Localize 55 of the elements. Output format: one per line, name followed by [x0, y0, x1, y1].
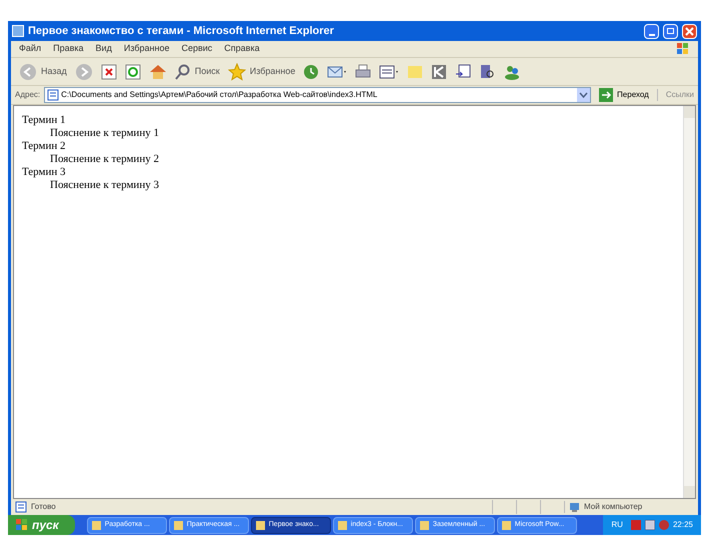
term: Термин 3 — [22, 166, 66, 179]
stop-icon[interactable] — [100, 64, 117, 80]
menu-item[interactable]: Вид — [96, 42, 112, 56]
refresh-icon[interactable] — [124, 64, 141, 80]
start-button[interactable]: пуск — [8, 515, 75, 535]
term: Термин 2 — [22, 140, 66, 153]
language-indicator[interactable]: RU — [611, 519, 623, 531]
page-icon — [15, 501, 27, 513]
printer-icon[interactable] — [355, 64, 372, 80]
security-zone-text: Мой компьютер — [584, 501, 642, 513]
term: Термин 1 — [22, 114, 66, 127]
star-icon — [228, 62, 246, 80]
messenger-icon[interactable] — [503, 64, 522, 80]
term-definition: Пояснение к термину 3 — [50, 179, 159, 192]
term-definition: Пояснение к термину 2 — [50, 153, 159, 166]
address-label: Адрес: — [15, 89, 40, 101]
program-icon — [174, 520, 183, 530]
menu-item[interactable]: Сервис — [181, 42, 212, 56]
edit-icon[interactable] — [379, 64, 400, 80]
term-definition: Пояснение к термину 1 — [50, 127, 159, 140]
computer-icon — [569, 502, 580, 512]
program-icon — [338, 520, 347, 530]
menu-item[interactable]: Файл — [19, 42, 42, 56]
tray-window-icon[interactable] — [644, 520, 655, 530]
history-icon[interactable] — [303, 64, 320, 80]
windows-logo-icon — [676, 42, 690, 56]
menu-item[interactable]: Избранное — [124, 42, 170, 56]
home-icon[interactable] — [148, 64, 167, 80]
research-icon[interactable] — [479, 64, 496, 80]
clock: 22:25 — [672, 519, 693, 531]
program-icon — [420, 520, 429, 530]
favorites-button[interactable]: Избранное — [228, 62, 296, 80]
vertical-scrollbar[interactable] — [683, 106, 695, 498]
window-title: Первое знакомство с тегами - Microsoft Internet Explorer — [28, 24, 334, 39]
address-field[interactable]: C:\Documents and Settings\Артем\Рабочий стол\Разработка Web-сайтов\index3.HTML — [44, 87, 592, 103]
page-icon — [47, 89, 60, 101]
menu-item[interactable]: Правка — [53, 42, 84, 56]
mail-icon[interactable] — [327, 64, 348, 80]
maximize-button[interactable] — [663, 24, 678, 38]
status-text: Готово — [31, 501, 57, 513]
go-arrow-icon — [599, 88, 614, 102]
dictionary-icon[interactable] — [455, 64, 472, 80]
windows-logo-icon — [16, 519, 28, 531]
browser-icon — [12, 25, 24, 37]
search-icon — [174, 64, 191, 80]
program-icon — [502, 520, 511, 530]
back-button[interactable]: Назад — [19, 62, 67, 80]
program-icon — [92, 520, 101, 530]
go-button[interactable]: Переход — [595, 88, 653, 102]
search-button[interactable]: Поиск — [174, 64, 220, 80]
program-icon — [256, 520, 265, 530]
minimize-button[interactable] — [644, 24, 659, 38]
k-letter-icon[interactable] — [431, 64, 448, 80]
menu-item[interactable]: Справка — [224, 42, 260, 56]
close-button[interactable] — [682, 24, 697, 38]
